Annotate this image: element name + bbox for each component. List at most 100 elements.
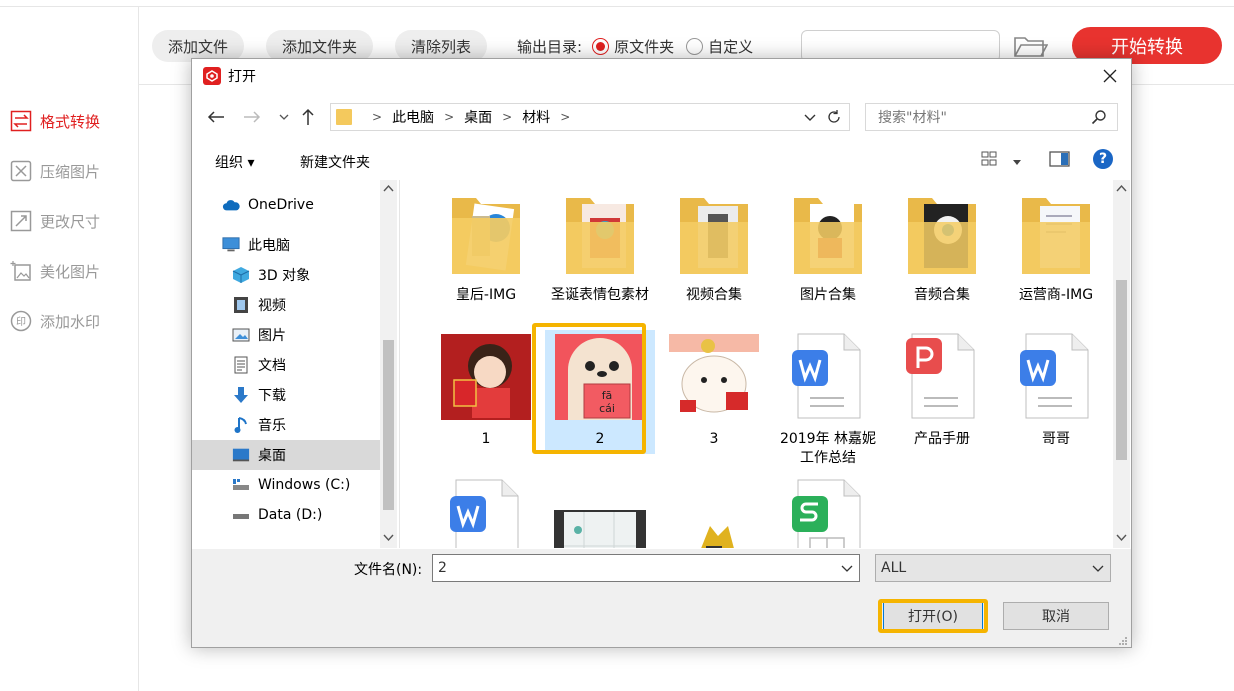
file-type-value: ALL (881, 560, 907, 576)
file-item-image[interactable]: 3 (659, 330, 769, 449)
file-item-word[interactable] (431, 476, 541, 548)
nav-item-music[interactable]: 音乐 (232, 410, 286, 440)
nav-item-videos[interactable]: 视频 (232, 290, 286, 320)
folder-icon (566, 198, 634, 274)
sidebar-item-compress[interactable]: 压缩图片 (10, 146, 135, 196)
dialog-title: 打开 (228, 69, 256, 85)
breadcrumb-item[interactable]: 此电脑 (392, 107, 434, 127)
nav-item-label: 文档 (258, 358, 286, 374)
file-item-sheet[interactable] (773, 476, 883, 548)
scroll-up-icon[interactable] (1116, 184, 1127, 192)
folder-icon (1022, 198, 1090, 274)
recent-dropdown-icon[interactable] (274, 107, 294, 127)
nav-item-label: 下载 (258, 388, 286, 404)
help-icon[interactable]: ? (1093, 149, 1113, 169)
file-label: 视频合集 (686, 287, 742, 303)
file-item-word[interactable]: 2019年 林嘉妮 工作总结 (773, 330, 883, 468)
nav-item-pictures[interactable]: 图片 (232, 320, 286, 350)
sidebar-item-convert[interactable]: 格式转换 (10, 96, 135, 146)
sidebar-item-beautify[interactable]: 美化图片 (10, 246, 135, 296)
file-label: 圣诞表情包素材 (551, 287, 649, 303)
file-item-folder[interactable]: 图片合集 (773, 188, 883, 305)
nav-item-onedrive[interactable]: OneDrive (222, 190, 314, 220)
chevron-down-icon[interactable] (841, 561, 853, 575)
file-label: 2019年 林嘉妮 工作总结 (779, 431, 877, 466)
nav-item-3d-objects[interactable]: 3D 对象 (232, 260, 310, 290)
music-icon (232, 416, 250, 434)
nav-item-label: OneDrive (248, 197, 314, 213)
search-icon[interactable] (1091, 109, 1107, 125)
download-icon (232, 386, 250, 404)
nav-item-downloads[interactable]: 下载 (232, 380, 286, 410)
word-doc-icon (792, 333, 861, 419)
address-bar[interactable]: > 此电脑 > 桌面 > 材料 > (330, 103, 850, 131)
file-item-folder[interactable]: 圣诞表情包素材 (545, 188, 655, 305)
file-item-image[interactable] (659, 506, 769, 548)
organize-menu[interactable]: 组织 ▾ (215, 152, 254, 172)
breadcrumb-item[interactable]: 材料 (522, 107, 550, 127)
nav-item-label: 3D 对象 (258, 268, 311, 284)
back-arrow-icon[interactable] (206, 107, 226, 127)
file-type-select[interactable]: ALL (875, 554, 1111, 582)
chevron-down-icon[interactable] (803, 109, 817, 125)
image-thumbnail-icon (668, 514, 760, 548)
nav-item-this-pc[interactable]: 此电脑 (222, 230, 290, 260)
view-dropdown-icon[interactable] (1012, 155, 1022, 171)
drive-c-icon (232, 476, 250, 494)
search-input[interactable]: 搜索"材料" (865, 103, 1118, 131)
nav-item-desktop[interactable]: 桌面 (192, 440, 380, 470)
file-item-word[interactable]: 哥哥 (1001, 330, 1111, 449)
nav-item-drive-d[interactable]: Data (D:) (232, 500, 322, 530)
video-icon (232, 296, 250, 314)
folder-icon (680, 198, 748, 274)
file-item-video[interactable] (545, 506, 655, 548)
refresh-icon[interactable] (825, 108, 843, 126)
cancel-button[interactable]: 取消 (1003, 602, 1109, 630)
chevron-right-icon[interactable]: > (444, 110, 454, 124)
scroll-down-icon[interactable] (1116, 534, 1127, 542)
dialog-footer: 文件名(N): 2 ALL 打开(O) 取消 (192, 549, 1131, 647)
sidebar-item-label: 压缩图片 (40, 162, 101, 181)
breadcrumb-item[interactable]: 桌面 (464, 107, 492, 127)
sidebar-item-watermark[interactable]: 印 添加水印 (10, 296, 135, 346)
file-item-folder[interactable]: 视频合集 (659, 188, 769, 305)
file-view-scroll-thumb[interactable] (1116, 280, 1127, 460)
file-item-folder[interactable]: 运营商-IMG (1001, 188, 1111, 305)
file-label: 图片合集 (800, 287, 856, 303)
radio-custom-folder[interactable] (686, 37, 704, 55)
view-mode-icon[interactable] (981, 150, 1001, 172)
close-icon[interactable] (1101, 67, 1119, 85)
chevron-right-icon[interactable]: > (560, 110, 570, 124)
radio-original-label: 原文件夹 (614, 37, 675, 56)
radio-original-folder[interactable] (592, 37, 610, 55)
nav-item-drive-c[interactable]: Windows (C:) (232, 470, 350, 500)
radio-custom-label: 自定义 (708, 37, 754, 56)
file-view-scrollbar[interactable] (1113, 180, 1130, 548)
resize-grip-icon[interactable] (1118, 634, 1128, 645)
file-item-folder[interactable]: 皇后-IMG (431, 188, 541, 305)
chevron-right-icon[interactable]: > (502, 110, 512, 124)
new-folder-button[interactable]: 新建文件夹 (300, 152, 370, 172)
sidebar-item-label: 美化图片 (40, 262, 101, 281)
browse-folder-icon[interactable] (1012, 32, 1049, 60)
nav-pane-scrollbar[interactable] (380, 180, 397, 548)
nav-item-documents[interactable]: 文档 (232, 350, 286, 380)
preview-pane-icon[interactable] (1049, 150, 1071, 172)
nav-pane-scroll-thumb[interactable] (383, 340, 394, 510)
up-arrow-icon[interactable] (298, 107, 318, 127)
file-label: 1 (481, 431, 491, 447)
file-item-ppt[interactable]: 产品手册 (887, 330, 997, 449)
navigation-pane: OneDrive 此电脑 3D 对象 视频 图片 文档 下载 音乐 桌面 Win… (192, 180, 400, 548)
chevron-down-icon[interactable] (1092, 561, 1104, 575)
file-item-folder[interactable]: 音频合集 (887, 188, 997, 305)
filename-input[interactable]: 2 (432, 554, 860, 582)
sidebar-item-resize[interactable]: 更改尺寸 (10, 196, 135, 246)
chevron-right-icon[interactable]: > (372, 110, 382, 124)
file-item-image[interactable]: 1 (431, 330, 541, 449)
forward-arrow-icon[interactable] (242, 107, 262, 127)
scroll-up-icon[interactable] (383, 184, 394, 192)
word-doc-icon (450, 479, 519, 548)
nav-item-label: 图片 (258, 328, 286, 344)
scroll-down-icon[interactable] (383, 534, 394, 542)
image-thumbnail-icon (441, 334, 531, 420)
